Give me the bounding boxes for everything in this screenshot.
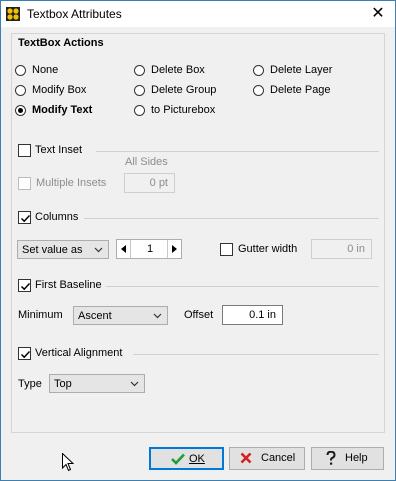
gutter-width-input[interactable]: 0 in [311,239,372,259]
app-icon [6,7,20,21]
type-label: Type [18,378,42,390]
radio-modify-text-label[interactable]: Modify Text [32,104,92,116]
columns-separator [84,218,379,219]
close-icon[interactable]: ✕ [369,5,387,23]
radio-modify-box[interactable] [15,85,26,96]
title-bar: Textbox Attributes ✕ [1,1,395,27]
vertical-alignment-checkbox[interactable] [18,347,31,360]
text-inset-label: Text Inset [35,144,83,156]
all-sides-value: 0 pt [149,177,168,189]
radio-modify-text[interactable] [15,105,26,116]
radio-modify-box-label[interactable]: Modify Box [32,84,86,96]
help-question-icon [326,451,336,465]
offset-input[interactable]: 0.1 in [222,305,283,325]
columns-count-value: 1 [147,243,154,255]
columns-label: Columns [35,211,79,223]
text-inset-checkbox[interactable] [18,144,31,157]
chevron-down-icon [130,381,139,387]
vertical-alignment-label: Vertical Alignment [35,347,123,359]
cancel-button[interactable]: Cancel [229,447,305,470]
vertical-alignment-separator [133,354,379,355]
cancel-x-icon [240,452,252,464]
radio-none[interactable] [15,65,26,76]
first-baseline-label: First Baseline [35,279,102,291]
stepper-decrease-button[interactable] [117,240,131,258]
offset-value: 0.1 in [249,309,276,321]
type-value: Top [54,378,72,390]
columns-stepper[interactable]: 1 [116,239,182,259]
radio-none-label[interactable]: None [32,64,58,76]
radio-delete-group[interactable] [134,85,145,96]
radio-delete-box[interactable] [134,65,145,76]
ok-label: OK [189,453,205,465]
radio-to-picturebox[interactable] [134,105,145,116]
mouse-cursor-icon [62,453,74,472]
first-baseline-separator [106,286,379,287]
minimum-label: Minimum [18,309,63,321]
columns-checkbox[interactable] [18,211,31,224]
dialog-window: Textbox Attributes ✕ TextBox Actions Non… [0,0,396,481]
gutter-width-checkbox[interactable] [220,243,233,256]
multiple-insets-checkbox[interactable] [18,177,31,190]
checkmark-icon [20,350,31,359]
radio-delete-layer[interactable] [253,65,264,76]
radio-delete-page-label[interactable]: Delete Page [270,84,331,96]
checkmark-icon [20,282,31,291]
first-baseline-checkbox[interactable] [18,279,31,292]
chevron-down-icon [94,247,103,253]
offset-label: Offset [184,309,214,321]
text-inset-separator [96,151,379,152]
radio-to-picturebox-label[interactable]: to Picturebox [151,104,215,116]
radio-delete-box-label[interactable]: Delete Box [151,64,205,76]
help-label: Help [345,452,368,464]
actions-heading: TextBox Actions [18,37,104,49]
chevron-down-icon [153,313,162,319]
radio-delete-page[interactable] [253,85,264,96]
minimum-select[interactable]: Ascent [73,306,168,325]
gutter-width-label: Gutter width [238,243,298,255]
columns-mode-select[interactable]: Set value as [17,240,109,259]
arrow-right-icon [172,245,177,253]
help-button[interactable]: Help [311,447,384,470]
window-title: Textbox Attributes [27,7,122,21]
radio-delete-group-label[interactable]: Delete Group [151,84,216,96]
all-sides-label: All Sides [125,156,168,168]
main-panel: TextBox Actions None Modify Box Modify T… [11,33,385,433]
ok-button[interactable]: OK [149,447,224,470]
type-select[interactable]: Top [49,374,145,393]
stepper-increase-button[interactable] [167,240,181,258]
columns-mode-value: Set value as [22,244,83,256]
arrow-left-icon [121,245,126,253]
cancel-label: Cancel [261,452,296,464]
gutter-width-value: 0 in [347,243,365,255]
multiple-insets-label: Multiple Insets [36,177,107,189]
minimum-value: Ascent [78,310,112,322]
all-sides-input[interactable]: 0 pt [124,173,175,193]
radio-delete-layer-label[interactable]: Delete Layer [270,64,332,76]
checkmark-icon [20,214,31,223]
ok-check-icon [171,453,185,465]
